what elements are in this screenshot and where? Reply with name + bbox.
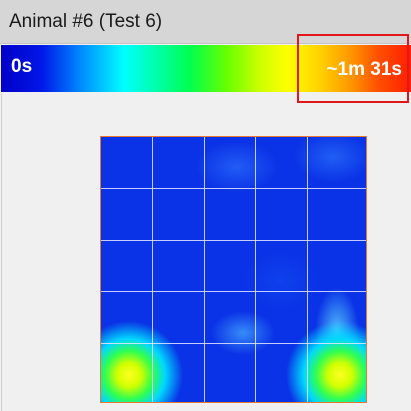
title-bar: Animal #6 (Test 6) — [0, 0, 411, 44]
grid-line-horizontal — [101, 240, 366, 241]
grid-line-horizontal — [101, 291, 366, 292]
legend-min-label: 0s — [11, 56, 33, 77]
panel-divider — [1, 93, 2, 411]
grid-line-horizontal — [101, 188, 366, 189]
occupancy-heatmap[interactable] — [100, 136, 367, 403]
heatmap-intensity-layer — [101, 137, 366, 402]
grid-line-vertical — [152, 137, 153, 402]
window-title: Animal #6 (Test 6) — [9, 11, 163, 32]
grid-line-vertical — [204, 137, 205, 402]
grid-line-vertical — [255, 137, 256, 402]
color-scale-legend: 0s ~1m 31s — [1, 45, 411, 92]
grid-line-vertical — [307, 137, 308, 402]
legend-max-label: ~1m 31s — [326, 59, 402, 80]
grid-line-horizontal — [101, 343, 366, 344]
